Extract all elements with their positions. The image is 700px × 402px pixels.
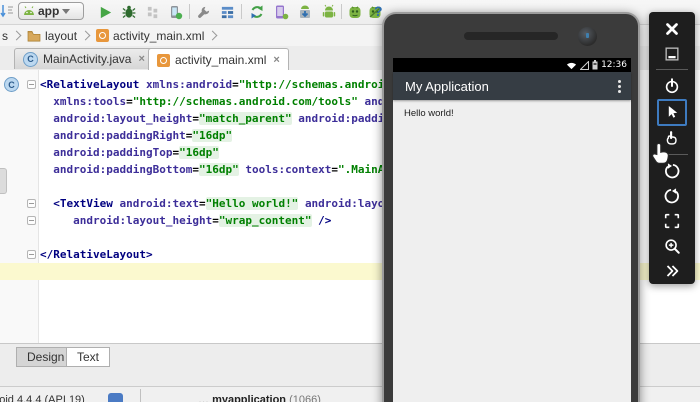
breadcrumb-label: activity_main.xml <box>113 28 205 43</box>
overflow-menu-icon[interactable] <box>618 79 621 93</box>
emulator-screen[interactable]: 12:36 My Application Hello world! <box>393 58 631 402</box>
run-button[interactable] <box>96 3 114 21</box>
toolbar-separator <box>341 4 342 19</box>
breadcrumb-item-res[interactable]: s <box>0 29 10 43</box>
folder-icon <box>27 30 41 41</box>
inspect-code-icon[interactable] <box>346 3 364 21</box>
emulator-window: 12:36 My Application Hello world! <box>382 12 640 402</box>
battery-icon <box>592 60 598 70</box>
close-button[interactable] <box>657 16 687 41</box>
rotate-cw-icon <box>664 188 679 204</box>
process-id: (1066) <box>289 394 321 402</box>
signal-icon <box>580 60 590 70</box>
breadcrumb-label: layout <box>45 28 78 43</box>
android-studio-window: app ? s layout activity_main.xml C MainA… <box>0 0 700 402</box>
changed-lines-icon[interactable] <box>0 3 16 21</box>
xml-file-icon <box>96 29 110 42</box>
fold-marker[interactable] <box>27 250 36 259</box>
android-head-icon <box>24 6 34 15</box>
avd-manager-button[interactable] <box>320 3 338 21</box>
tab-label: activity_main.xml <box>175 53 267 67</box>
xml-file-icon <box>157 53 170 67</box>
debug-button[interactable] <box>120 3 138 21</box>
pointer-button[interactable] <box>657 98 687 126</box>
attach-debugger-button[interactable] <box>166 3 184 21</box>
breadcrumb-item-layout[interactable]: layout <box>25 29 79 43</box>
tab-activity-main-xml[interactable]: activity_main.xml × <box>148 48 289 71</box>
tool-window-handle[interactable] <box>0 168 7 194</box>
close-icon <box>666 22 678 35</box>
android-status-bar: 12:36 <box>393 58 631 72</box>
app-action-bar: My Application <box>393 72 631 100</box>
clock-text: 12:36 <box>601 60 627 70</box>
screenshot-button[interactable] <box>657 208 687 233</box>
power-icon <box>665 78 679 94</box>
close-tab-icon[interactable]: × <box>273 54 279 66</box>
wrench-icon[interactable] <box>194 3 212 21</box>
tab-label: Text <box>77 350 100 364</box>
app-title: My Application <box>405 78 489 94</box>
phone-camera <box>578 27 597 46</box>
sync-project-button[interactable] <box>248 3 266 21</box>
tab-text[interactable]: Text <box>66 347 111 367</box>
chevron-right-icon <box>207 30 218 41</box>
more-button[interactable] <box>657 259 687 284</box>
tab-mainactivity-java[interactable]: C MainActivity.java × <box>14 48 154 69</box>
chevron-down-icon <box>62 8 71 14</box>
mouse-cursor-hand <box>651 142 671 169</box>
statusbar-separator <box>140 389 141 402</box>
process-package-prefix: … <box>198 394 209 402</box>
run-configuration-dropdown[interactable]: app <box>18 2 84 20</box>
process-name: myapplication <box>212 394 287 402</box>
app-content: Hello world! <box>393 100 631 402</box>
toolbar-separator <box>241 4 242 19</box>
phone-speaker <box>464 32 558 40</box>
tab-label: MainActivity.java <box>43 52 132 66</box>
tab-label: Design <box>27 350 65 364</box>
device-selector[interactable]: Android 4.4.4 (API 19) <box>0 394 85 402</box>
logcat-icon[interactable] <box>108 393 123 402</box>
chevron-right-icon <box>11 30 22 41</box>
minimize-button[interactable] <box>657 41 687 66</box>
class-icon: C <box>23 51 38 67</box>
editor-gutter: C <box>0 70 39 343</box>
frame-capture-icon <box>664 213 680 229</box>
sdk-manager-button[interactable] <box>296 3 314 21</box>
run-configuration-label: app <box>38 4 60 18</box>
hello-world-text: Hello world! <box>404 108 454 119</box>
chevron-right-icon <box>80 30 91 41</box>
toolbar-separator <box>189 4 190 19</box>
magnifier-plus-icon <box>665 239 680 254</box>
project-structure-button[interactable] <box>218 3 236 21</box>
close-tab-icon[interactable]: × <box>138 53 144 65</box>
zoom-in-button[interactable] <box>657 234 687 259</box>
coverage-button[interactable] <box>144 3 162 21</box>
help-icon[interactable]: ? <box>374 3 383 19</box>
cursor-arrow-icon <box>668 106 678 118</box>
minimize-icon <box>665 47 679 61</box>
wifi-icon <box>566 62 577 69</box>
fold-marker[interactable] <box>27 216 36 225</box>
breadcrumb-item-activity-main[interactable]: activity_main.xml <box>94 29 206 43</box>
device-monitor-button[interactable] <box>272 3 290 21</box>
double-chevron-right-icon <box>666 265 679 278</box>
process-selector[interactable]: … myapplication (1066) <box>198 394 321 402</box>
toolbar-divider <box>656 69 688 71</box>
fold-marker[interactable] <box>27 199 36 208</box>
rotate-right-button[interactable] <box>657 183 687 208</box>
context-class-gutter-icon[interactable]: C <box>4 77 19 92</box>
breadcrumb-label: s <box>2 28 8 43</box>
power-button[interactable] <box>657 73 687 98</box>
fold-marker[interactable] <box>27 80 36 89</box>
